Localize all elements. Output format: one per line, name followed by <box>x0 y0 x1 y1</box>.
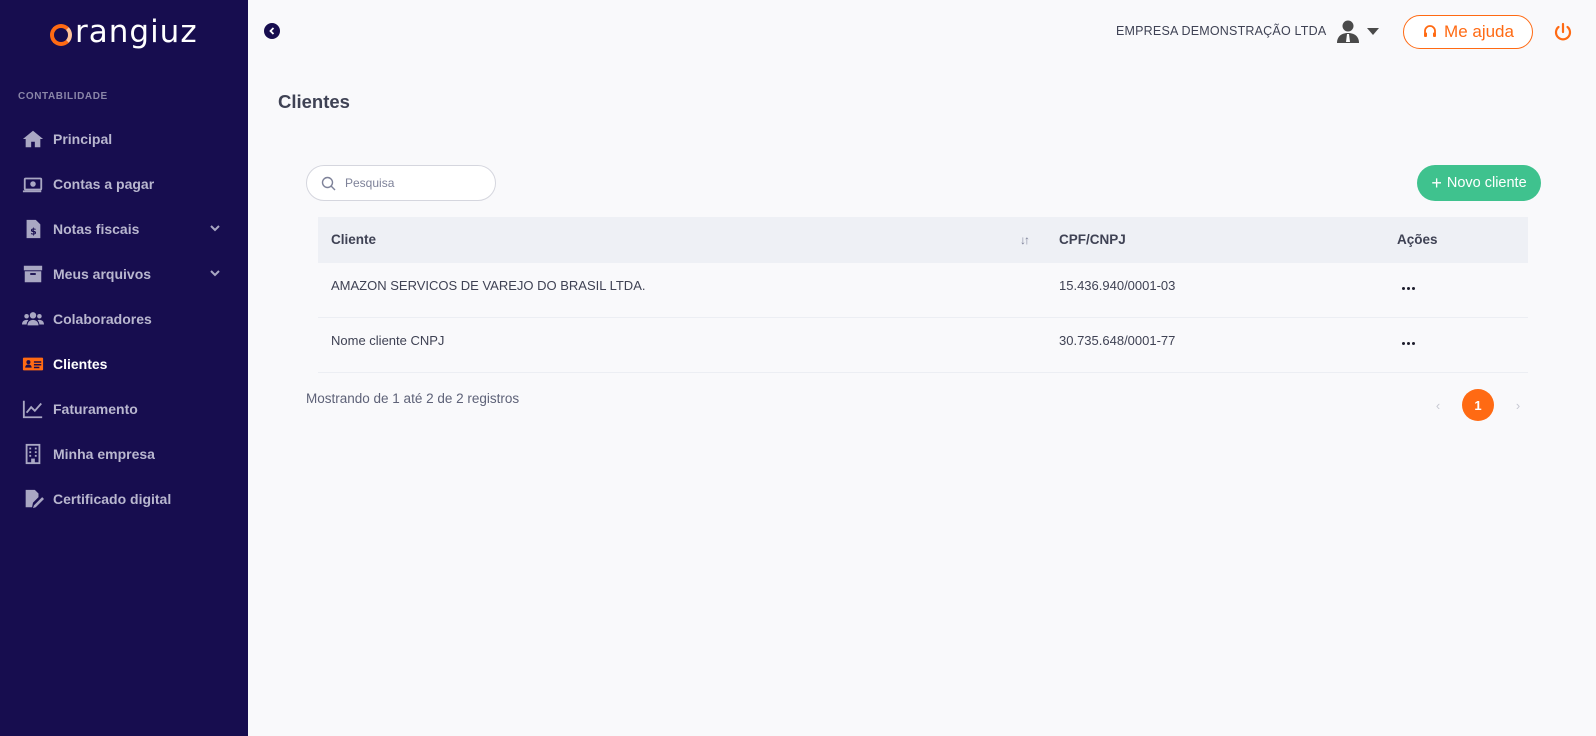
sidebar-item-colaboradores[interactable]: Colaboradores <box>0 296 248 341</box>
cell-cliente: Nome cliente CNPJ <box>331 333 445 348</box>
power-icon[interactable] <box>1553 22 1573 42</box>
sidebar-nav: Principal Contas a pagar $ Notas fiscais… <box>0 116 248 521</box>
certificate-icon <box>22 488 44 510</box>
cell-cliente: AMAZON SERVICOS DE VAREJO DO BRASIL LTDA… <box>331 278 646 293</box>
sidebar-item-meus-arquivos[interactable]: Meus arquivos <box>0 251 248 296</box>
cell-cpf-cnpj: 15.436.940/0001-03 <box>1059 278 1176 293</box>
help-button[interactable]: Me ajuda <box>1403 15 1533 49</box>
sidebar-item-label: Principal <box>53 130 113 147</box>
invoice-icon: $ <box>22 218 44 240</box>
plus-icon: + <box>1431 173 1442 193</box>
column-header-acoes: Ações <box>1397 232 1438 247</box>
sidebar-item-notas-fiscais[interactable]: $ Notas fiscais <box>0 206 248 251</box>
sidebar-collapse-button[interactable] <box>264 23 280 39</box>
column-header-cliente[interactable]: Cliente <box>331 232 376 247</box>
building-icon <box>22 443 44 465</box>
new-client-button-label: Novo cliente <box>1446 175 1527 191</box>
page-title: Clientes <box>278 91 350 112</box>
sidebar-item-label: Minha empresa <box>53 445 155 462</box>
help-button-label: Me ajuda <box>1444 22 1514 41</box>
sidebar-item-label: Faturamento <box>53 400 138 417</box>
chevron-down-icon <box>210 225 220 232</box>
id-card-icon <box>22 353 44 375</box>
next-page-icon[interactable]: › <box>1508 395 1528 415</box>
users-icon <box>22 308 44 330</box>
search-box[interactable] <box>306 165 496 201</box>
sidebar-item-label: Colaboradores <box>53 310 152 327</box>
sidebar-item-label: Contas a pagar <box>53 175 155 192</box>
sidebar: rangiuz CONTABILIDADE Principal Contas a… <box>0 0 248 736</box>
sidebar-item-label: Notas fiscais <box>53 220 140 237</box>
new-client-button[interactable]: + Novo cliente <box>1417 165 1541 201</box>
company-name: EMPRESA DEMONSTRAÇÃO LTDA <box>1116 24 1327 38</box>
page-number-button[interactable]: 1 <box>1462 389 1494 421</box>
clients-table: Cliente ↓↑ CPF/CNPJ Ações AMAZON SERVICO… <box>318 217 1528 373</box>
sidebar-item-label: Meus arquivos <box>53 265 152 282</box>
chevron-left-icon <box>269 27 275 35</box>
home-icon <box>22 128 44 150</box>
sidebar-section-label: CONTABILIDADE <box>18 91 108 102</box>
table-row: Nome cliente CNPJ 30.735.648/0001-77 <box>318 318 1528 373</box>
search-input[interactable] <box>345 176 485 190</box>
money-icon <box>22 173 44 195</box>
table-row: AMAZON SERVICOS DE VAREJO DO BRASIL LTDA… <box>318 263 1528 318</box>
logo[interactable]: rangiuz <box>50 14 198 50</box>
row-actions-icon[interactable] <box>1402 287 1415 290</box>
sidebar-item-faturamento[interactable]: Faturamento <box>0 386 248 431</box>
sidebar-item-label: Clientes <box>53 355 108 372</box>
table-header: Cliente ↓↑ CPF/CNPJ Ações <box>318 217 1528 263</box>
cell-cpf-cnpj: 30.735.648/0001-77 <box>1059 333 1176 348</box>
caret-down-icon <box>1367 28 1379 35</box>
logo-mark-icon <box>50 24 72 46</box>
logo-text: rangiuz <box>75 14 198 50</box>
chart-line-icon <box>22 398 44 420</box>
sidebar-item-certificado-digital[interactable]: Certificado digital <box>0 476 248 521</box>
sidebar-item-contas-a-pagar[interactable]: Contas a pagar <box>0 161 248 206</box>
user-menu[interactable] <box>1335 18 1381 44</box>
column-header-cpf-cnpj[interactable]: CPF/CNPJ <box>1059 232 1126 247</box>
pagination: ‹ 1 › <box>1428 389 1528 421</box>
headset-icon <box>1424 25 1437 37</box>
sidebar-item-label: Certificado digital <box>53 490 172 507</box>
archive-icon <box>22 263 44 285</box>
prev-page-icon[interactable]: ‹ <box>1428 395 1448 415</box>
sidebar-item-clientes[interactable]: Clientes <box>0 341 248 386</box>
user-avatar-icon <box>1337 20 1359 43</box>
sidebar-item-principal[interactable]: Principal <box>0 116 248 161</box>
sort-icon[interactable]: ↓↑ <box>1020 233 1030 247</box>
row-actions-icon[interactable] <box>1402 342 1415 345</box>
records-summary: Mostrando de 1 até 2 de 2 registros <box>306 391 520 406</box>
sidebar-item-minha-empresa[interactable]: Minha empresa <box>0 431 248 476</box>
chevron-down-icon <box>210 270 220 277</box>
svg-text:$: $ <box>30 226 36 237</box>
search-icon <box>321 176 336 190</box>
